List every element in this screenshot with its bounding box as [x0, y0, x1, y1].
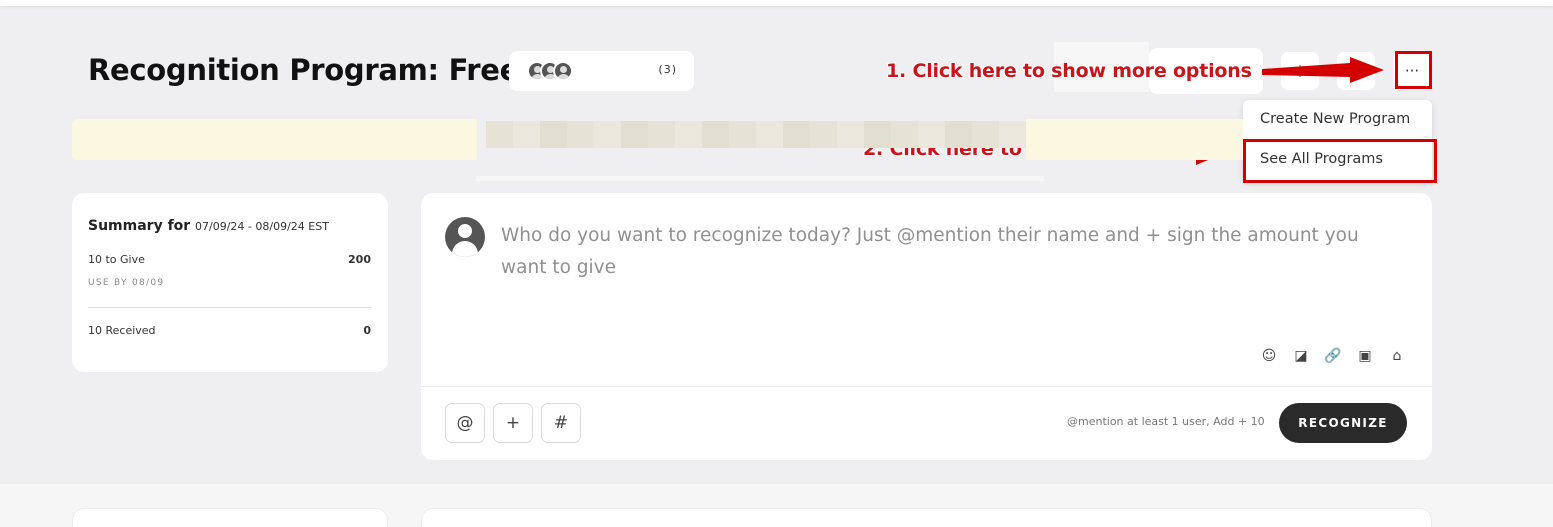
composer-hint: @mention at least 1 user, Add + 10 [1067, 415, 1265, 428]
redacted-line [476, 176, 1044, 181]
composer-tools: ☺ ◪ 🔗 ▣ ⌂ [1253, 346, 1413, 366]
summary-title: Summary for [88, 218, 191, 234]
menu-item-create-new-program[interactable]: Create New Program [1260, 111, 1410, 127]
hashtag-button[interactable]: # [541, 403, 581, 443]
to-give-label: 10 to Give [88, 253, 145, 266]
top-bar [0, 0, 1553, 6]
gear-icon [1294, 65, 1306, 77]
announcement-banner [72, 119, 477, 160]
recognition-message-input[interactable]: Who do you want to recognize today? Just… [501, 220, 1401, 284]
members-pill[interactable]: (3) [509, 51, 694, 91]
announcement-banner-right [1026, 119, 1243, 160]
emoji-icon[interactable]: ☺ [1253, 346, 1285, 366]
summary-date-range: 07/09/24 - 08/09/24 EST [195, 220, 329, 233]
recognize-button[interactable]: RECOGNIZE [1279, 403, 1407, 443]
summary-card: Summary for 07/09/24 - 08/09/24 EST 10 t… [72, 193, 388, 372]
lower-card-left [72, 508, 388, 527]
divider [421, 386, 1432, 387]
received-value: 0 [363, 324, 371, 337]
secondary-button[interactable] [1337, 52, 1375, 90]
lower-card-main [421, 508, 1432, 527]
to-give-value: 200 [348, 253, 371, 266]
divider [88, 307, 372, 308]
page-title: Recognition Program: Free [88, 53, 520, 87]
member-avatars [527, 61, 587, 81]
add-points-button[interactable]: + [493, 403, 533, 443]
use-by-label: USE BY 08/09 [88, 278, 165, 288]
settings-button[interactable] [1281, 52, 1319, 90]
user-avatar-icon [445, 217, 485, 257]
annotation-step-1: 1. Click here to show more options [886, 60, 1252, 82]
received-label: 10 Received [88, 324, 156, 337]
redacted-banner-text [486, 121, 1026, 148]
mention-button[interactable]: @ [445, 403, 485, 443]
highlight-more-options [1395, 51, 1432, 89]
link-icon[interactable]: 🔗 [1317, 346, 1349, 366]
sticker-icon[interactable]: ◪ [1285, 346, 1317, 366]
image-icon[interactable]: ▣ [1349, 346, 1381, 366]
recognition-composer: Who do you want to recognize today? Just… [421, 193, 1432, 460]
user-avatar-icon [553, 61, 573, 81]
tag-icon[interactable]: ⌂ [1381, 346, 1413, 366]
members-count: (3) [658, 63, 677, 76]
highlight-see-all-programs [1243, 139, 1437, 183]
